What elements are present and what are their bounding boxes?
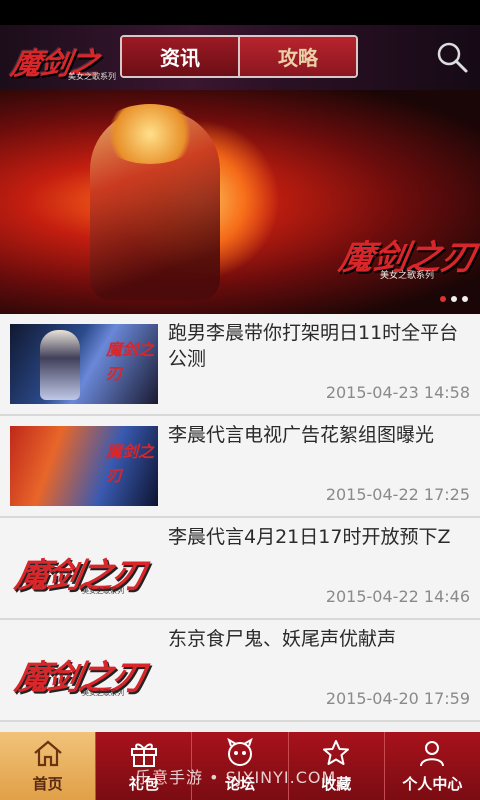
news-title: 李晨代言4月21日17时开放预下Z (168, 526, 451, 548)
news-item[interactable]: 魔剑之刃 美女之歌系列 李晨代言4月21日17时开放预下Z 2015-04-22… (0, 518, 480, 620)
pager-dot-active[interactable] (440, 296, 446, 302)
thumbnail-logo: 魔剑之刃 (106, 340, 155, 383)
news-title: 李晨代言电视广告花絮组图曝光 (168, 424, 435, 446)
news-list: 魔剑之刃 跑男李晨带你打架明日11时全平台公测 2015-04-23 14:58… (0, 314, 480, 722)
search-icon[interactable] (434, 39, 470, 75)
app-header: 魔剑之刃 美女之歌系列 资讯 攻略 (0, 25, 480, 126)
hero-banner[interactable]: 魔剑之刃 美女之歌系列 (0, 90, 480, 314)
app-logo: 魔剑之刃 美女之歌系列 (0, 33, 120, 126)
news-date: 2015-04-22 17:25 (325, 485, 470, 504)
home-icon (33, 740, 62, 767)
banner-logo-subtitle: 美女之歌系列 (380, 271, 435, 281)
news-date: 2015-04-20 17:59 (325, 689, 470, 708)
thumbnail-logo-subtitle: 美女之歌系列 (82, 689, 124, 697)
logo-subtitle: 美女之歌系列 (68, 72, 116, 81)
news-thumbnail: 魔剑之刃 美女之歌系列 (10, 528, 158, 608)
tab-guides[interactable]: 攻略 (238, 37, 356, 76)
news-item[interactable]: 魔剑之刃 跑男李晨带你打架明日11时全平台公测 2015-04-23 14:58 (0, 314, 480, 416)
status-bar (0, 0, 480, 25)
tab-label: 首页 (32, 775, 63, 793)
banner-character-hair (100, 104, 200, 164)
news-title: 东京食尸鬼、妖尾声优献声 (168, 628, 397, 650)
news-thumbnail: 魔剑之刃 美女之歌系列 (10, 630, 158, 710)
tab-profile[interactable]: 个人中心 (383, 732, 480, 800)
pager-dot[interactable] (462, 296, 468, 302)
tab-label: 个人中心 (402, 775, 463, 793)
news-date: 2015-04-23 14:58 (325, 383, 470, 402)
news-item[interactable]: 魔剑之刃 美女之歌系列 东京食尸鬼、妖尾声优献声 2015-04-20 17:5… (0, 620, 480, 722)
thumbnail-logo-subtitle: 美女之歌系列 (82, 587, 124, 595)
news-item[interactable]: 魔剑之刃 李晨代言电视广告花絮组图曝光 2015-04-22 17:25 (0, 416, 480, 518)
news-thumbnail: 魔剑之刃 (10, 426, 158, 506)
header-tabs: 资讯 攻略 (120, 35, 358, 78)
thumbnail-logo: 魔剑之刃 (11, 658, 147, 698)
news-date: 2015-04-22 14:46 (325, 587, 470, 606)
thumbnail-character (40, 330, 80, 400)
news-title: 跑男李晨带你打架明日11时全平台公测 (168, 322, 459, 370)
tab-news[interactable]: 资讯 (122, 37, 238, 76)
watermark: 乐意手游 • SJXINYI.COM (135, 768, 337, 787)
thumbnail-logo: 魔剑之刃 (106, 442, 155, 485)
pager-dot[interactable] (451, 296, 457, 302)
news-thumbnail: 魔剑之刃 (10, 324, 158, 404)
tab-home[interactable]: 首页 (0, 732, 96, 800)
banner-pager (440, 296, 468, 302)
thumbnail-logo: 魔剑之刃 (11, 556, 147, 596)
person-icon (420, 741, 445, 767)
